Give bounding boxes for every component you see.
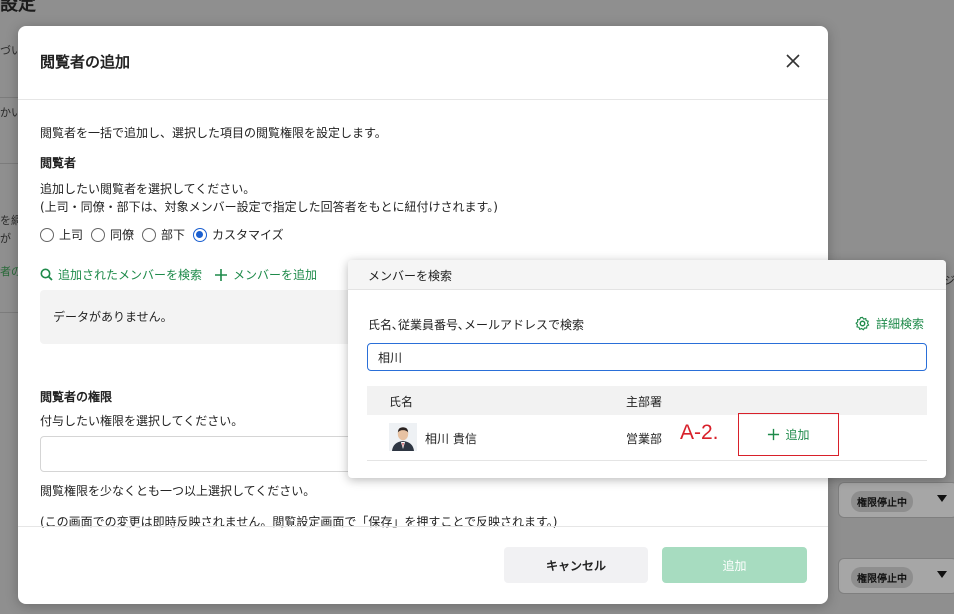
member-search-popup: メンバーを検索 氏名､従業員番号､メールアドレスで検索 詳細検索 氏名 主部署 … <box>348 260 946 478</box>
popup-header: メンバーを検索 <box>348 260 946 290</box>
radio-circle[interactable] <box>40 227 54 242</box>
search-added-members-link[interactable]: 追加されたメンバーを検索 <box>40 266 202 283</box>
permission-error: 閲覧権限を少なくとも一つ以上選択してください。 <box>40 484 316 498</box>
member-name: 相川 貴信 <box>425 432 477 446</box>
add-button[interactable]: 追加 <box>662 547 807 583</box>
column-header-department: 主部署 <box>626 395 663 409</box>
modal-header: 閲覧者の追加 <box>18 26 828 100</box>
permission-help-text: 付与したい権限を選択してください。 <box>40 414 244 428</box>
add-member-row-button[interactable]: 追加 <box>738 413 839 456</box>
background-status-pill: 権限停止中 <box>838 482 954 518</box>
radio-circle-checked[interactable] <box>193 227 208 242</box>
close-icon[interactable] <box>782 50 804 72</box>
modal-footer-divider <box>18 526 828 527</box>
permission-select[interactable] <box>40 436 360 472</box>
status-badge: 権限停止中 <box>851 567 913 588</box>
table-row: 相川 貴信 営業部 A-2. 追加 <box>367 413 927 461</box>
footer-note: (この画面での変更は即時反映されません。閲覧設定画面で「保存」を押すことで反映さ… <box>40 515 558 529</box>
background-text: が <box>0 232 11 245</box>
annotation-label: A-2. <box>680 421 719 444</box>
radio-circle[interactable] <box>142 227 157 242</box>
modal-title: 閲覧者の追加 <box>40 53 131 71</box>
radio-label: 部下 <box>161 228 186 242</box>
caret-down-icon <box>937 571 947 578</box>
permission-heading: 閲覧者の権限 <box>40 390 113 404</box>
background-divider <box>0 312 18 313</box>
search-added-members-label: 追加されたメンバーを検索 <box>58 268 203 282</box>
background-divider <box>0 163 18 164</box>
viewers-help-text: 追加したい閲覧者を選択してください。 <box>40 182 256 196</box>
radio-label: 上司 <box>59 228 84 242</box>
background-divider <box>0 97 18 98</box>
viewer-list-empty: データがありません。 <box>40 290 360 344</box>
radio-circle[interactable] <box>91 227 106 242</box>
radio-label: 同僚 <box>110 228 135 242</box>
search-field-label: 氏名､従業員番号､メールアドレスで検索 <box>368 318 585 332</box>
background-title: 設定 <box>0 0 36 15</box>
radio-boss[interactable]: 上司 <box>40 226 83 243</box>
viewers-note: (上司・同僚・部下は、対象メンバー設定で指定した回答者をもとに紐付けされます。) <box>40 200 498 214</box>
add-member-row-label: 追加 <box>785 428 810 442</box>
background-status-pill: 権限停止中 <box>838 558 954 594</box>
popup-title: メンバーを検索 <box>368 269 453 283</box>
radio-customize[interactable]: カスタマイズ <box>193 226 284 243</box>
viewer-type-radio-group: 上司 同僚 部下 カスタマイズ <box>40 226 292 243</box>
add-member-label: メンバーを追加 <box>233 268 318 282</box>
viewers-heading: 閲覧者 <box>40 156 77 170</box>
member-search-input[interactable] <box>367 343 927 371</box>
results-table-header: 氏名 主部署 <box>367 386 927 415</box>
modal-description: 閲覧者を一括で追加し、選択した項目の閲覧権限を設定します。 <box>40 126 387 140</box>
empty-message: データがありません。 <box>53 310 173 324</box>
advanced-search-label: 詳細検索 <box>875 317 924 331</box>
column-header-name: 氏名 <box>389 395 414 409</box>
gear-icon <box>855 316 870 331</box>
caret-down-icon <box>937 495 947 502</box>
plus-icon <box>768 428 780 441</box>
cancel-button[interactable]: キャンセル <box>504 547 648 583</box>
member-actions: 追加されたメンバーを検索 メンバーを追加 <box>40 266 329 283</box>
plus-icon <box>215 268 228 281</box>
search-icon <box>40 268 53 281</box>
radio-subordinate[interactable]: 部下 <box>142 226 185 243</box>
advanced-search-link[interactable]: 詳細検索 <box>855 315 924 332</box>
add-member-link[interactable]: メンバーを追加 <box>214 266 317 283</box>
radio-label: カスタマイズ <box>212 228 284 242</box>
member-department: 営業部 <box>626 432 663 446</box>
status-badge: 権限停止中 <box>851 491 913 512</box>
avatar <box>389 423 417 451</box>
radio-colleague[interactable]: 同僚 <box>91 226 134 243</box>
